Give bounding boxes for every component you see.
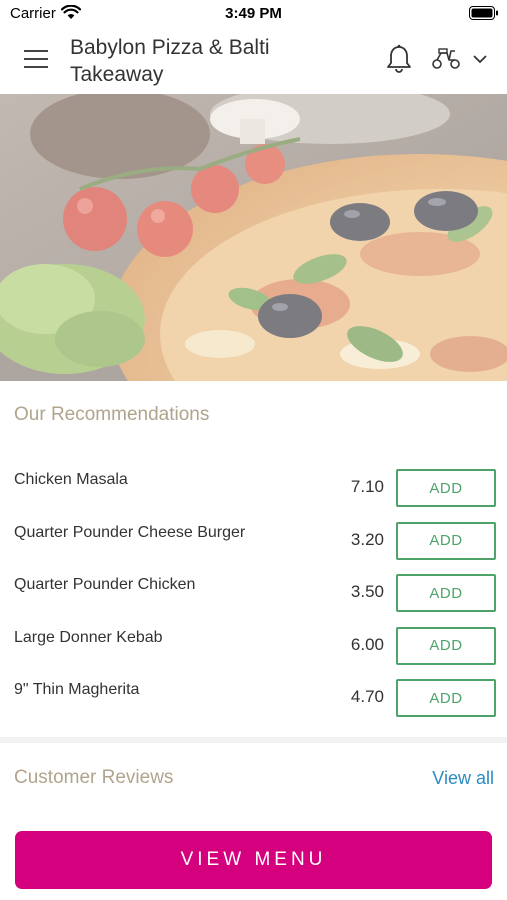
battery-icon	[469, 6, 498, 20]
item-price: 6.00	[350, 634, 384, 654]
add-button[interactable]: ADD	[396, 574, 496, 612]
hero-image	[0, 94, 507, 381]
item-name: Chicken Masala	[14, 471, 128, 488]
add-button[interactable]: ADD	[396, 469, 496, 507]
recommendations-title: Our Recommendations	[14, 404, 210, 425]
add-button[interactable]: ADD	[396, 679, 496, 717]
list-item: Chicken Masala 7.10 ADD	[0, 461, 507, 514]
view-all-reviews-link[interactable]: View all	[432, 768, 494, 789]
status-bar: Carrier 3:49 PM	[0, 0, 507, 26]
item-price: 4.70	[350, 687, 384, 706]
app-header: Babylon Pizza & Balti Takeaway	[0, 26, 507, 94]
add-button[interactable]: ADD	[396, 626, 496, 665]
list-item: 9" Thin Magherita 4.70 ADD	[0, 671, 507, 724]
item-name: 9" Thin Magherita	[14, 681, 140, 698]
chevron-down-icon[interactable]	[473, 55, 487, 64]
item-price: 3.50	[350, 582, 384, 601]
item-name: Quarter Pounder Chicken	[14, 576, 196, 593]
recommendations-list: Chicken Masala 7.10 ADD Quarter Pounder …	[0, 461, 507, 724]
clock-label: 3:49 PM	[225, 5, 282, 22]
add-button[interactable]: ADD	[396, 521, 496, 560]
list-item: Quarter Pounder Cheese Burger 3.20 ADD	[0, 514, 507, 567]
bell-icon[interactable]	[386, 44, 412, 74]
delivery-scooter-icon[interactable]	[431, 48, 461, 70]
menu-icon[interactable]	[24, 50, 48, 68]
pizza-illustration	[0, 94, 507, 381]
view-menu-button[interactable]: VIEW MENU	[15, 831, 492, 889]
item-price: 7.10	[350, 477, 384, 496]
list-item: Quarter Pounder Chicken 3.50 ADD	[0, 566, 507, 619]
item-name: Large Donner Kebab	[14, 628, 163, 646]
item-name: Quarter Pounder Cheese Burger	[14, 523, 246, 541]
section-divider	[0, 737, 507, 743]
item-price: 3.20	[350, 529, 384, 549]
restaurant-name: Babylon Pizza & Balti Takeaway	[70, 36, 270, 86]
customer-reviews-title: Customer Reviews	[14, 767, 174, 788]
list-item: Large Donner Kebab 6.00 ADD	[0, 619, 507, 672]
